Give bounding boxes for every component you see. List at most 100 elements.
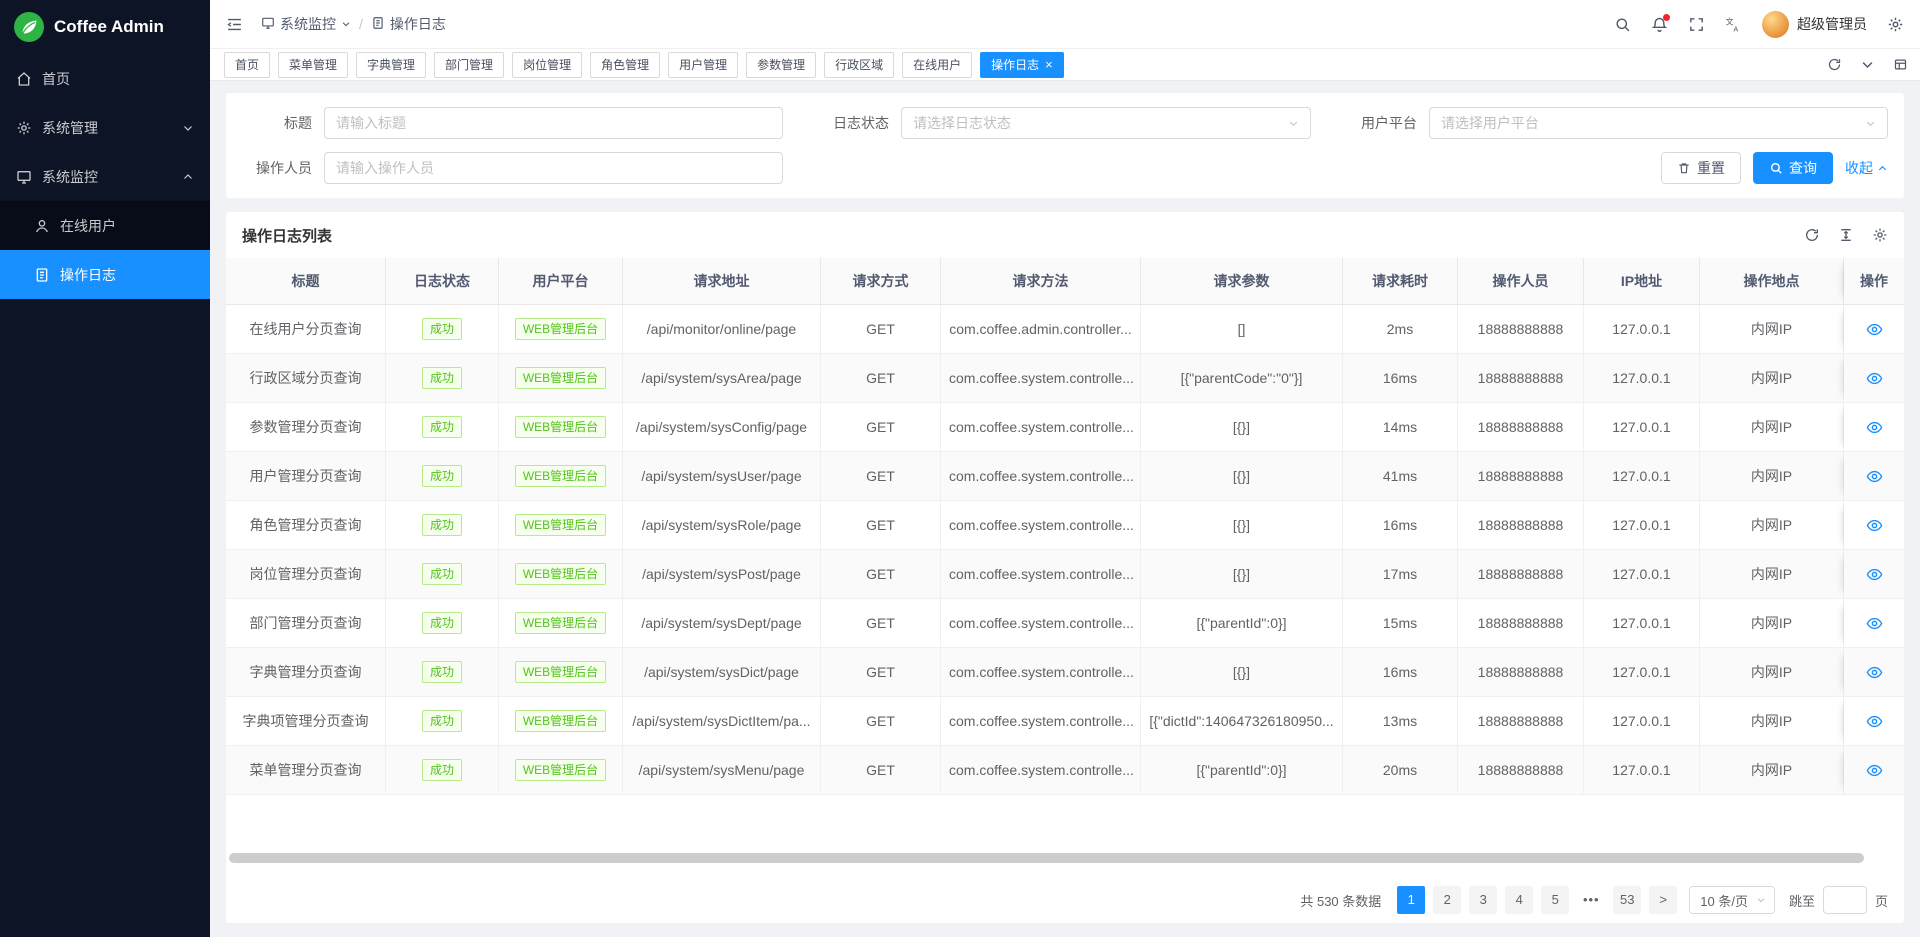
reset-button[interactable]: 重置 [1661, 152, 1741, 184]
tab-参数管理[interactable]: 参数管理 [746, 52, 816, 78]
tab-label: 参数管理 [757, 56, 805, 73]
view-detail-eye-icon[interactable] [1866, 321, 1883, 338]
sidebar-item-system-management[interactable]: 系统管理 [0, 103, 210, 152]
page-button-1[interactable]: 1 [1397, 886, 1425, 914]
status-select[interactable]: 请选择日志状态 [901, 107, 1311, 139]
cell-ip: 127.0.0.1 [1584, 403, 1700, 452]
status-tag: 成功 [422, 416, 462, 438]
chevron-down-icon [1865, 118, 1876, 129]
tab-在线用户[interactable]: 在线用户 [902, 52, 972, 78]
operation-log-table: 标题日志状态用户平台请求地址请求方式请求方法请求参数请求耗时操作人员IP地址操作… [226, 258, 1904, 795]
jump-prefix: 跳至 [1789, 891, 1815, 910]
cell-location: 内网IP [1700, 305, 1844, 354]
platform-tag: WEB管理后台 [515, 465, 606, 487]
user-name: 超级管理员 [1797, 14, 1867, 34]
tab-字典管理[interactable]: 字典管理 [356, 52, 426, 78]
cell-method: GET [821, 501, 941, 550]
title-input[interactable] [336, 115, 771, 131]
platform-select[interactable]: 请选择用户平台 [1429, 107, 1888, 139]
cell-url: /api/system/sysPost/page [623, 550, 821, 599]
view-detail-eye-icon[interactable] [1866, 762, 1883, 779]
refresh-icon[interactable] [1804, 227, 1820, 243]
cell-function: com.coffee.system.controlle... [941, 403, 1141, 452]
cell-operator: 18888888888 [1458, 403, 1584, 452]
tab-菜单管理[interactable]: 菜单管理 [278, 52, 348, 78]
cell-url: /api/system/sysRole/page [623, 501, 821, 550]
tab-操作日志[interactable]: 操作日志× [980, 52, 1064, 78]
horizontal-scrollbar[interactable] [229, 853, 1864, 863]
cell-url: /api/system/sysConfig/page [623, 403, 821, 452]
page-button-2[interactable]: 2 [1433, 886, 1461, 914]
cell-title: 用户管理分页查询 [226, 452, 386, 501]
translate-icon[interactable]: 文A [1725, 16, 1742, 33]
cell-function: com.coffee.system.controlle... [941, 550, 1141, 599]
query-button[interactable]: 查询 [1753, 152, 1833, 184]
sidebar-item-label: 系统监控 [42, 167, 98, 187]
notification-bell-icon[interactable] [1651, 16, 1668, 33]
settings-gear-icon[interactable] [1887, 16, 1904, 33]
cell-duration: 20ms [1343, 746, 1458, 795]
cell-url: /api/system/sysMenu/page [623, 746, 821, 795]
cell-status: 成功 [386, 305, 499, 354]
tab-行政区域[interactable]: 行政区域 [824, 52, 894, 78]
view-detail-eye-icon[interactable] [1866, 419, 1883, 436]
page-button-53[interactable]: 53 [1613, 886, 1641, 914]
refresh-icon[interactable] [1827, 57, 1842, 72]
sidebar-item-system-monitor[interactable]: 系统监控 [0, 152, 210, 201]
page-size-select[interactable]: 10 条/页 [1689, 886, 1775, 914]
sidebar-item-online-users[interactable]: 在线用户 [0, 201, 210, 250]
view-detail-eye-icon[interactable] [1866, 566, 1883, 583]
view-detail-eye-icon[interactable] [1866, 664, 1883, 681]
tab-首页[interactable]: 首页 [224, 52, 270, 78]
table-row: 菜单管理分页查询成功WEB管理后台/api/system/sysMenu/pag… [226, 746, 1904, 795]
cell-action [1844, 305, 1904, 354]
page-button-3[interactable]: 3 [1469, 886, 1497, 914]
collapse-button[interactable]: 收起 [1845, 158, 1888, 178]
cell-operator: 18888888888 [1458, 354, 1584, 403]
tab-close-icon[interactable]: × [1045, 58, 1053, 71]
breadcrumb-item-monitor[interactable]: 系统监控 [261, 14, 351, 34]
cell-action [1844, 599, 1904, 648]
view-detail-eye-icon[interactable] [1866, 468, 1883, 485]
search-icon[interactable] [1614, 16, 1631, 33]
cell-action [1844, 697, 1904, 746]
view-detail-eye-icon[interactable] [1866, 370, 1883, 387]
cell-platform: WEB管理后台 [499, 746, 623, 795]
view-detail-eye-icon[interactable] [1866, 517, 1883, 534]
cell-duration: 17ms [1343, 550, 1458, 599]
view-detail-eye-icon[interactable] [1866, 713, 1883, 730]
user-menu[interactable]: 超级管理员 [1762, 11, 1867, 38]
column-height-icon[interactable] [1838, 227, 1854, 243]
tab-角色管理[interactable]: 角色管理 [590, 52, 660, 78]
log-file-icon [371, 16, 385, 33]
chevron-down-icon[interactable] [1860, 57, 1875, 72]
tab-岗位管理[interactable]: 岗位管理 [512, 52, 582, 78]
cell-params: [{"parentId":0}] [1141, 599, 1343, 648]
next-page-button[interactable]: > [1649, 886, 1677, 914]
sidebar-item-label: 系统管理 [42, 118, 98, 138]
platform-tag: WEB管理后台 [515, 612, 606, 634]
svg-text:文: 文 [1726, 16, 1734, 26]
status-tag: 成功 [422, 612, 462, 634]
column-header-标题: 标题 [226, 258, 386, 305]
table-row: 字典项管理分页查询成功WEB管理后台/api/system/sysDictIte… [226, 697, 1904, 746]
tab-部门管理[interactable]: 部门管理 [434, 52, 504, 78]
table-tools [1804, 227, 1888, 243]
operator-input[interactable] [336, 160, 771, 176]
jump-page-input[interactable] [1823, 886, 1867, 914]
menu-fold-icon[interactable] [226, 16, 243, 33]
table-settings-gear-icon[interactable] [1872, 227, 1888, 243]
trash-icon [1677, 161, 1691, 175]
sidebar-item-operation-log[interactable]: 操作日志 [0, 250, 210, 299]
sidebar-item-home[interactable]: 首页 [0, 54, 210, 103]
view-detail-eye-icon[interactable] [1866, 615, 1883, 632]
cell-operator: 18888888888 [1458, 648, 1584, 697]
tab-用户管理[interactable]: 用户管理 [668, 52, 738, 78]
column-header-操作: 操作 [1844, 258, 1904, 305]
cell-params: [{}] [1141, 403, 1343, 452]
page-button-4[interactable]: 4 [1505, 886, 1533, 914]
tabs-panel-icon[interactable] [1893, 57, 1908, 72]
page-button-5[interactable]: 5 [1541, 886, 1569, 914]
cell-ip: 127.0.0.1 [1584, 305, 1700, 354]
fullscreen-icon[interactable] [1688, 16, 1705, 33]
